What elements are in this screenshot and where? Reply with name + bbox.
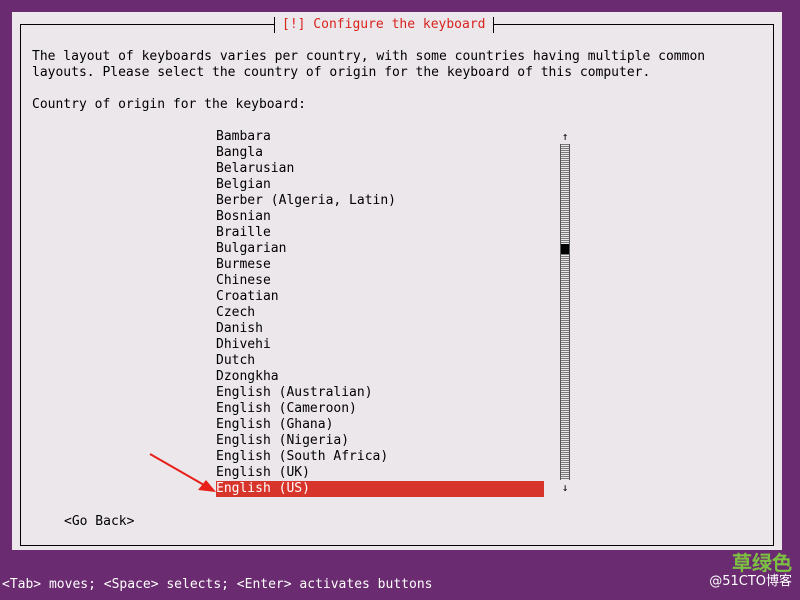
- scroll-up-arrow-icon[interactable]: ↑: [559, 131, 571, 143]
- country-list-item[interactable]: Belarusian: [216, 161, 544, 177]
- country-list-item[interactable]: Czech: [216, 305, 544, 321]
- country-list-item[interactable]: Bosnian: [216, 209, 544, 225]
- country-list-item[interactable]: Berber (Algeria, Latin): [216, 193, 544, 209]
- keyboard-dialog: [!] Configure the keyboard The layout of…: [12, 12, 782, 550]
- country-list-item[interactable]: English (Australian): [216, 385, 544, 401]
- go-back-button[interactable]: <Go Back>: [64, 514, 134, 530]
- country-list[interactable]: Bambara Bangla Belarusian Belgian Berber (Al…: [216, 129, 544, 497]
- country-list-item[interactable]: English (Ghana): [216, 417, 544, 433]
- watermark-subtitle: @51CTO博客: [709, 574, 792, 589]
- country-list-item[interactable]: Dzongkha: [216, 369, 544, 385]
- country-list-item[interactable]: Bambara: [216, 129, 544, 145]
- status-bar: <Tab> moves; <Space> selects; <Enter> ac…: [0, 576, 800, 600]
- dialog-title: [!] Configure the keyboard: [274, 17, 494, 33]
- country-list-item[interactable]: Chinese: [216, 273, 544, 289]
- country-list-item[interactable]: Burmese: [216, 257, 544, 273]
- country-list-item[interactable]: English (South Africa): [216, 449, 544, 465]
- dialog-description: The layout of keyboards varies per count…: [32, 49, 706, 80]
- annotation-arrow-icon: [149, 453, 216, 492]
- watermark: 草绿色 @51CTO博客: [709, 552, 792, 590]
- country-list-item[interactable]: Braille: [216, 225, 544, 241]
- country-list-item[interactable]: English (UK): [216, 465, 544, 481]
- country-list-item[interactable]: English (Cameroon): [216, 401, 544, 417]
- watermark-title: 草绿色: [732, 551, 792, 575]
- country-prompt: Country of origin for the keyboard:: [32, 97, 306, 112]
- country-list-item[interactable]: Bangla: [216, 145, 544, 161]
- scrollbar-track[interactable]: [560, 144, 570, 480]
- country-list-item[interactable]: Dhivehi: [216, 337, 544, 353]
- country-list-item[interactable]: Croatian: [216, 289, 544, 305]
- scrollbar-thumb[interactable]: [561, 244, 569, 254]
- country-list-item[interactable]: Belgian: [216, 177, 544, 193]
- country-list-item[interactable]: English (Nigeria): [216, 433, 544, 449]
- country-list-item[interactable]: Bulgarian: [216, 241, 544, 257]
- country-list-item[interactable]: Danish: [216, 321, 544, 337]
- country-list-item[interactable]: English (US): [216, 481, 544, 497]
- scroll-down-arrow-icon[interactable]: ↓: [559, 482, 571, 494]
- country-list-item[interactable]: Dutch: [216, 353, 544, 369]
